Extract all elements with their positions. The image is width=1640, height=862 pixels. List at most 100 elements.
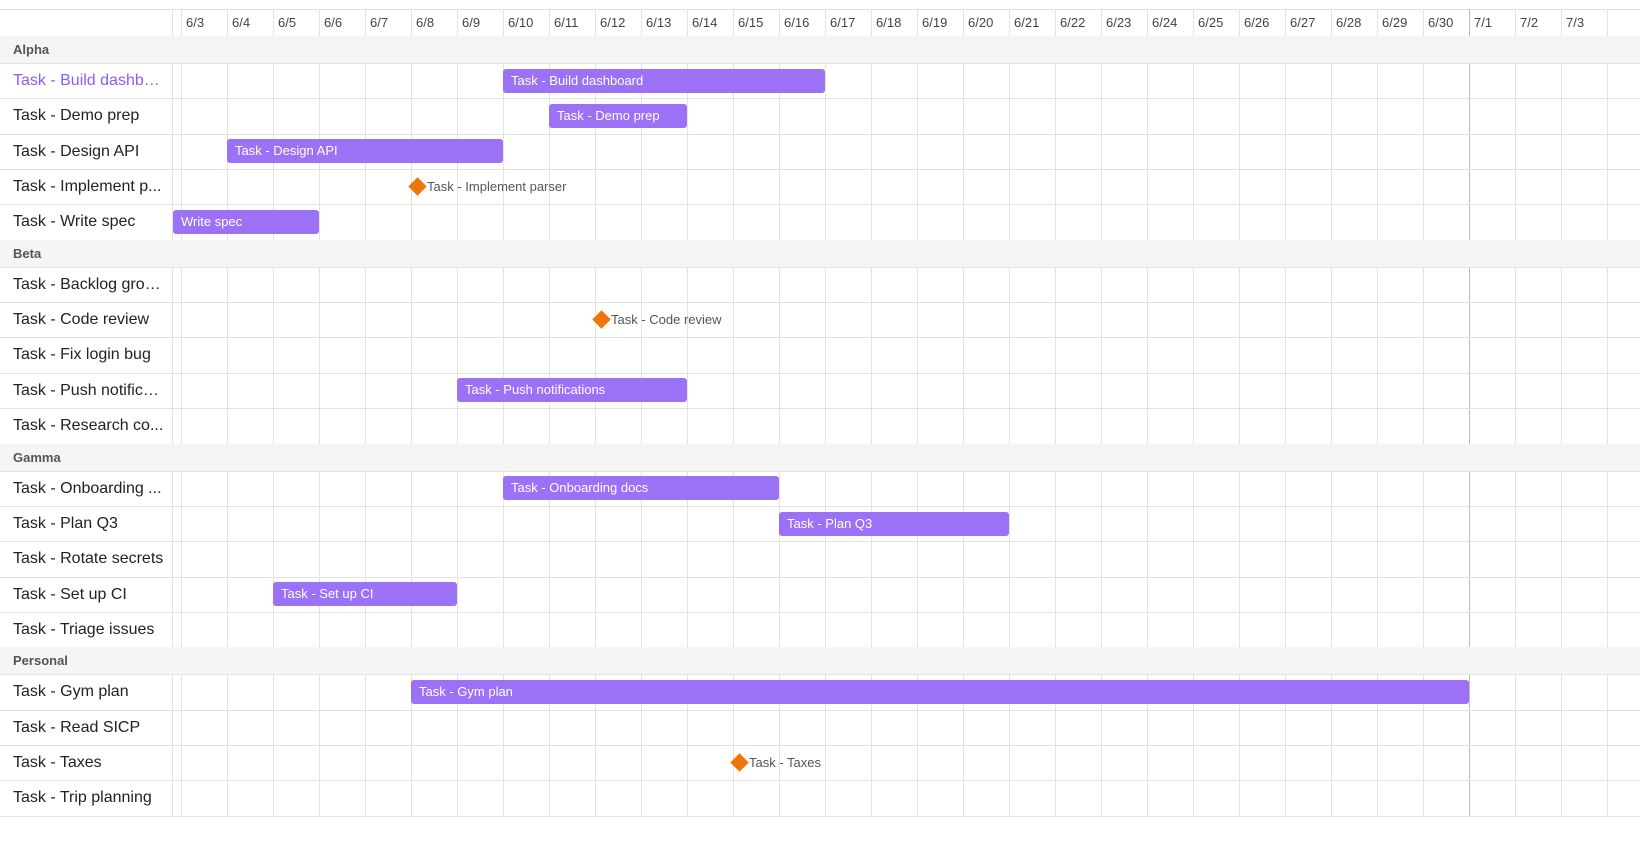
timeline-date-label: 6/23 bbox=[1106, 15, 1132, 30]
task-row-label[interactable]: Task - Code review bbox=[13, 302, 165, 337]
row-divider bbox=[0, 505, 1640, 507]
group-header-label: Personal bbox=[13, 653, 68, 669]
task-row-label[interactable]: Task - Trip planning bbox=[13, 780, 165, 815]
day-gridline bbox=[1607, 9, 1608, 816]
timeline-date-label: 6/14 bbox=[692, 15, 718, 30]
milestone-label: Task - Code review bbox=[611, 311, 722, 327]
task-bar[interactable]: Task - Design API bbox=[227, 139, 503, 164]
task-row-label[interactable]: Task - Taxes bbox=[13, 745, 165, 780]
timeline-date-label: 6/29 bbox=[1382, 15, 1408, 30]
timeline-date-label: 6/20 bbox=[968, 15, 994, 30]
timeline-date-label: 6/18 bbox=[876, 15, 902, 30]
task-row-label[interactable]: Task - Triage issues bbox=[13, 612, 165, 647]
day-gridline bbox=[181, 9, 182, 816]
timeline-date-label: 7/1 bbox=[1474, 15, 1493, 30]
day-gridline bbox=[365, 9, 366, 816]
day-gridline bbox=[1561, 9, 1562, 816]
group-header-label: Beta bbox=[13, 245, 42, 261]
milestone-label: Task - Taxes bbox=[749, 754, 822, 770]
timeline-date-label: 6/19 bbox=[922, 15, 948, 30]
task-bar[interactable]: Task - Gym plan bbox=[411, 679, 1469, 704]
group-header-row[interactable] bbox=[0, 647, 1640, 675]
task-row-label[interactable]: Task - Research co... bbox=[13, 408, 165, 443]
timeline-date-label: 6/13 bbox=[646, 15, 672, 30]
group-header-row[interactable] bbox=[0, 239, 1640, 267]
task-row-label[interactable]: Task - Plan Q3 bbox=[13, 506, 165, 541]
row-divider bbox=[0, 266, 1640, 268]
task-row-label[interactable]: Task - Design API bbox=[13, 134, 165, 169]
task-bar[interactable]: Task - Set up CI bbox=[273, 582, 457, 607]
row-divider bbox=[0, 674, 1640, 676]
task-bar[interactable]: Task - Plan Q3 bbox=[779, 511, 1009, 536]
group-header-label: Alpha bbox=[13, 42, 50, 57]
row-divider bbox=[0, 98, 1640, 100]
timeline-date-label: 6/25 bbox=[1198, 15, 1224, 30]
row-divider bbox=[0, 576, 1640, 578]
task-row-label[interactable]: Task - Build dashbo... bbox=[13, 63, 165, 98]
group-header-row[interactable] bbox=[0, 36, 1640, 63]
timeline-date-label: 6/9 bbox=[462, 15, 481, 30]
row-divider bbox=[0, 709, 1640, 711]
gantt-chart: 6/3 6/4 6/5 6/6 6/7 6/8 6/9 6/10 6/11 6/12 6/13 6/1… bbox=[0, 0, 1640, 862]
day-gridline bbox=[227, 9, 228, 816]
task-row-label[interactable]: Task - Read SICP bbox=[13, 710, 165, 745]
task-bar[interactable]: Task - Build dashboard bbox=[503, 68, 825, 93]
task-row-label[interactable]: Task - Backlog groo... bbox=[13, 267, 165, 302]
milestone-label: Task - Implement parser bbox=[427, 178, 567, 194]
row-divider bbox=[0, 372, 1640, 374]
task-row-label[interactable]: Task - Implement p... bbox=[13, 169, 165, 204]
task-row-label[interactable]: Task - Push notifica... bbox=[13, 373, 165, 408]
task-row-label[interactable]: Task - Write spec bbox=[13, 204, 165, 239]
timeline-date-label: 6/24 bbox=[1152, 15, 1178, 30]
timeline-date-label: 6/8 bbox=[416, 15, 435, 30]
row-divider bbox=[0, 780, 1640, 782]
timeline-date-label: 6/7 bbox=[370, 15, 389, 30]
timeline-date-label: 6/4 bbox=[232, 15, 251, 30]
timeline-date-label: 6/16 bbox=[784, 15, 810, 30]
row-divider bbox=[0, 541, 1640, 543]
row-divider bbox=[0, 611, 1640, 613]
group-header-label: Gamma bbox=[13, 449, 61, 465]
label-column-divider bbox=[172, 9, 173, 816]
task-row-label[interactable]: Task - Gym plan bbox=[13, 674, 165, 709]
month-boundary-line bbox=[1469, 9, 1470, 816]
task-row-label[interactable]: Task - Set up CI bbox=[13, 577, 165, 612]
row-divider bbox=[0, 815, 1640, 817]
timeline-date-label: 6/15 bbox=[738, 15, 764, 30]
timeline-date-label: 6/10 bbox=[508, 15, 534, 30]
timeline-date-label: 6/28 bbox=[1336, 15, 1362, 30]
row-divider bbox=[0, 302, 1640, 304]
timeline-date-label: 6/12 bbox=[600, 15, 626, 30]
row-divider bbox=[0, 337, 1640, 339]
task-bar[interactable]: Write spec bbox=[173, 210, 319, 235]
task-row-label[interactable]: Task - Fix login bug bbox=[13, 337, 165, 372]
timeline-date-label: 6/17 bbox=[830, 15, 856, 30]
task-row-label[interactable]: Task - Demo prep bbox=[13, 98, 165, 133]
row-divider bbox=[0, 470, 1640, 472]
timeline-date-label: 7/2 bbox=[1520, 15, 1539, 30]
row-divider bbox=[0, 133, 1640, 135]
timeline-date-label: 6/21 bbox=[1014, 15, 1040, 30]
task-bar[interactable]: Task - Push notifications bbox=[457, 378, 687, 403]
timeline-date-label: 6/5 bbox=[278, 15, 297, 30]
row-divider bbox=[0, 169, 1640, 171]
timeline-date-label: 6/22 bbox=[1060, 15, 1086, 30]
row-divider bbox=[0, 744, 1640, 746]
timeline-date-label: 6/27 bbox=[1290, 15, 1316, 30]
row-divider bbox=[0, 204, 1640, 206]
timeline-date-label: 6/30 bbox=[1428, 15, 1454, 30]
timeline-date-label: 7/3 bbox=[1566, 15, 1585, 30]
timeline-date-label: 6/6 bbox=[324, 15, 343, 30]
row-divider bbox=[0, 408, 1640, 410]
task-bar[interactable]: Task - Onboarding docs bbox=[503, 476, 779, 501]
group-header-row[interactable] bbox=[0, 443, 1640, 471]
day-gridline bbox=[273, 9, 274, 816]
task-bar[interactable]: Task - Demo prep bbox=[549, 104, 687, 129]
timeline-date-label: 6/11 bbox=[554, 15, 579, 30]
task-row-label[interactable]: Task - Onboarding ... bbox=[13, 471, 165, 506]
row-divider bbox=[0, 63, 1640, 64]
task-row-label[interactable]: Task - Rotate secrets bbox=[13, 541, 165, 576]
day-gridline bbox=[319, 9, 320, 816]
day-gridline bbox=[1515, 9, 1516, 816]
timeline-date-label: 6/3 bbox=[186, 15, 205, 30]
